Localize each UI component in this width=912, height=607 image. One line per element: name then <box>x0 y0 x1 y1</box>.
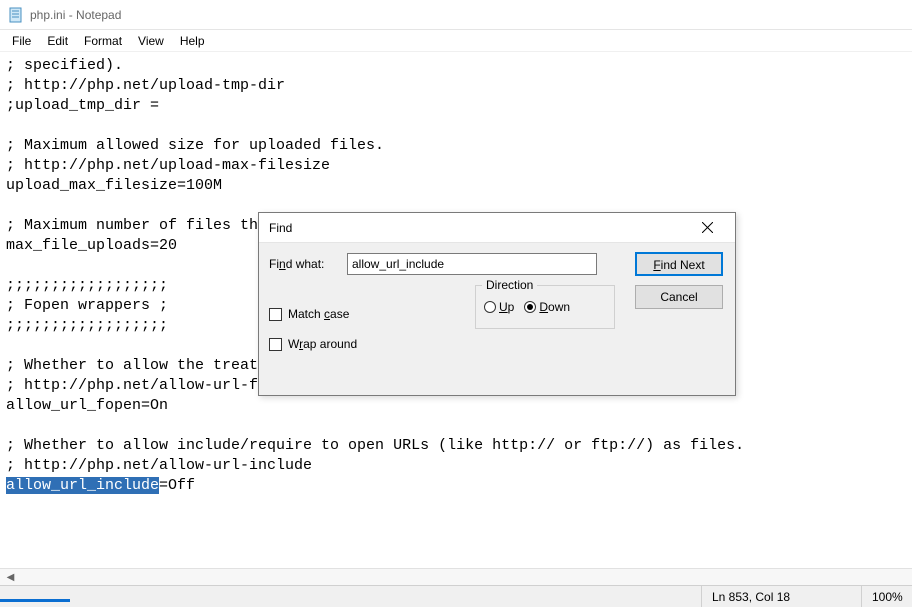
scroll-left-icon[interactable]: ◀ <box>2 570 19 585</box>
find-dialog-body: Find what: Find Next Cancel Direction Up… <box>259 243 735 395</box>
find-dialog-title: Find <box>269 221 292 235</box>
editor-line <box>6 416 906 436</box>
find-what-input[interactable] <box>347 253 597 275</box>
direction-down-radio[interactable]: Down <box>524 300 570 314</box>
checkbox-icon <box>269 308 282 321</box>
editor-line: upload_max_filesize=100M <box>6 176 906 196</box>
editor-line <box>6 116 906 136</box>
statusbar: Ln 853, Col 18 100% <box>0 585 912 607</box>
editor-line: ; Whether to allow include/require to op… <box>6 436 906 456</box>
editor-line: ; http://php.net/upload-max-filesize <box>6 156 906 176</box>
editor-line: ;upload_tmp_dir = <box>6 96 906 116</box>
menubar: File Edit Format View Help <box>0 30 912 52</box>
find-what-label: Find what: <box>269 257 347 271</box>
status-zoom: 100% <box>862 586 912 607</box>
titlebar: php.ini - Notepad <box>0 0 912 30</box>
editor-line: ; http://php.net/upload-tmp-dir <box>6 76 906 96</box>
menu-view[interactable]: View <box>130 31 172 51</box>
find-dialog-titlebar[interactable]: Find <box>259 213 735 243</box>
horizontal-scrollbar[interactable]: ◀ <box>0 568 912 585</box>
direction-group: Direction Up Down <box>475 285 615 329</box>
menu-help[interactable]: Help <box>172 31 213 51</box>
find-dialog: Find Find what: Find Next Cancel Directi… <box>258 212 736 396</box>
cancel-button[interactable]: Cancel <box>635 285 723 309</box>
editor-line: allow_url_include=Off <box>6 476 906 496</box>
menu-format[interactable]: Format <box>76 31 130 51</box>
checkbox-icon <box>269 338 282 351</box>
statusbar-spacer <box>0 586 702 607</box>
close-icon[interactable] <box>687 214 727 242</box>
wrap-around-checkbox[interactable]: Wrap around <box>269 337 357 351</box>
window-title: php.ini - Notepad <box>30 8 121 22</box>
editor-line: ; Maximum allowed size for uploaded file… <box>6 136 906 156</box>
menu-file[interactable]: File <box>4 31 39 51</box>
status-position: Ln 853, Col 18 <box>702 586 862 607</box>
match-case-checkbox[interactable]: Match case <box>269 307 349 321</box>
editor-line: ; specified). <box>6 56 906 76</box>
menu-edit[interactable]: Edit <box>39 31 76 51</box>
direction-legend: Direction <box>482 278 537 292</box>
editor-line: allow_url_fopen=On <box>6 396 906 416</box>
notepad-icon <box>8 7 24 23</box>
find-next-button[interactable]: Find Next <box>635 252 723 276</box>
direction-up-radio[interactable]: Up <box>484 300 514 314</box>
text-selection: allow_url_include <box>6 477 159 494</box>
editor-line: ; http://php.net/allow-url-include <box>6 456 906 476</box>
